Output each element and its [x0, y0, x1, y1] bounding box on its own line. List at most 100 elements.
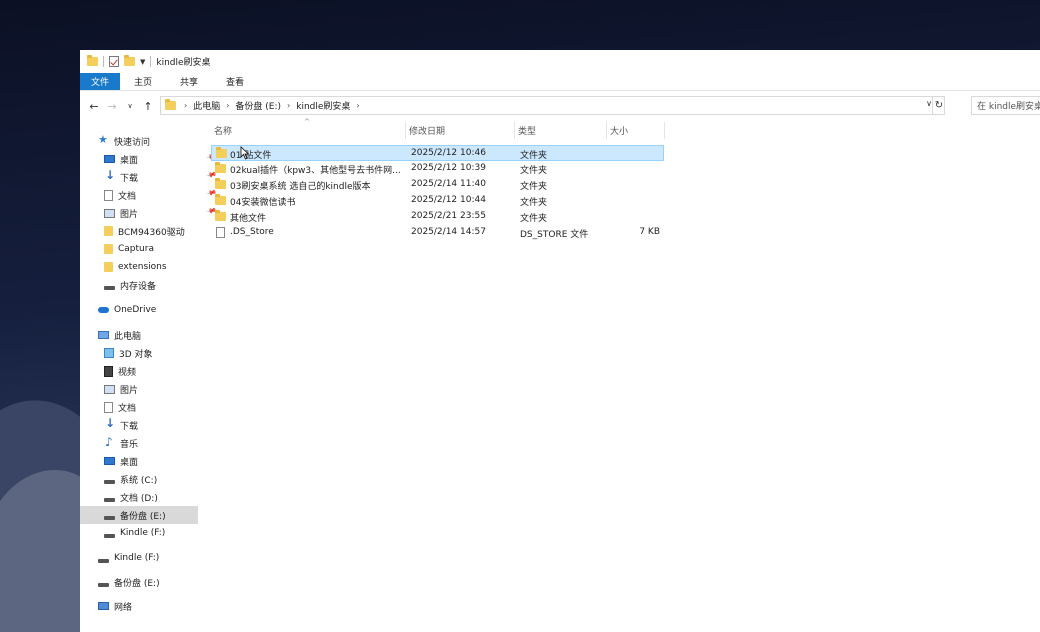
breadcrumb-chevron-icon[interactable]: › [226, 101, 229, 110]
nav-item-downloads[interactable]: 下载 📌 [104, 168, 222, 186]
document-icon [104, 401, 113, 413]
nav-label: BCM94360驱动 [118, 227, 185, 238]
drive-icon [98, 558, 109, 563]
video-icon [104, 365, 113, 377]
cloud-icon [98, 305, 109, 315]
forward-arrow-icon[interactable]: → [103, 100, 121, 113]
file-row[interactable]: 01 贴文件 2025/2/12 10:46 文件夹 [211, 145, 664, 161]
desktop-icon [104, 155, 115, 163]
file-name: 04安装微信读书 [230, 198, 296, 208]
breadcrumb-chevron-icon[interactable]: › [287, 101, 290, 110]
breadcrumb-chevron-icon[interactable]: › [356, 101, 359, 110]
folder-icon [216, 147, 227, 158]
breadcrumb-backup-drive[interactable]: 备份盘 (E:) [235, 99, 281, 112]
nav-item-desktop-pc[interactable]: 桌面 [104, 452, 222, 470]
nav-item-captura[interactable]: Captura [104, 240, 222, 258]
document-icon [104, 189, 113, 201]
column-header-type[interactable]: 类型 [515, 122, 607, 139]
folder-icon [215, 178, 226, 189]
file-row[interactable]: .DS_Store 2025/2/14 14:57 DS_STORE 文件 7 … [211, 225, 664, 241]
nav-label: 音乐 [120, 439, 139, 450]
nav-label: 快速访问 [114, 137, 151, 148]
properties-icon[interactable] [109, 56, 119, 67]
navigation-bar: ← → ∨ ↑ › 此电脑 › 备份盘 (E:) › kindle刷安桌 › ∨… [80, 95, 1040, 117]
nav-item-drive-d[interactable]: 文档 (D:) [104, 488, 222, 506]
tab-share[interactable]: 共享 [166, 73, 212, 90]
nav-item-desktop[interactable]: 桌面 📌 [104, 150, 222, 168]
file-type: 文件夹 [520, 151, 548, 161]
nav-label: 下载 [120, 421, 139, 432]
nav-label: 文档 [118, 191, 137, 202]
recent-locations-chevron-icon[interactable]: ∨ [121, 102, 139, 110]
nav-item-pictures[interactable]: 图片 📌 [104, 204, 222, 222]
folder-icon [104, 262, 113, 272]
drive-icon [104, 497, 115, 502]
nav-label: Kindle (F:) [114, 553, 160, 563]
file-name: .DS_Store [230, 227, 274, 237]
nav-quick-access[interactable]: 快速访问 [98, 132, 216, 150]
folder-icon [104, 226, 113, 236]
nav-network[interactable]: 网络 [98, 597, 216, 615]
drive-icon [104, 285, 115, 290]
address-bar[interactable]: › 此电脑 › 备份盘 (E:) › kindle刷安桌 › ∨ ↻ [160, 96, 945, 115]
nav-item-bcm-driver[interactable]: BCM94360驱动 [104, 222, 222, 240]
file-date: 2025/2/12 10:46 [411, 148, 486, 158]
back-arrow-icon[interactable]: ← [85, 100, 103, 113]
navigation-pane: 快速访问 桌面 📌 下载 📌 文档 📌 图片 📌 BCM94360驱动 [80, 132, 217, 632]
file-type: 文件夹 [520, 166, 548, 176]
nav-item-drive-e[interactable]: 备份盘 (E:) [80, 506, 198, 524]
nav-item-drive-c[interactable]: 系统 (C:) [104, 470, 222, 488]
nav-item-memory-device[interactable]: 内存设备 [104, 276, 222, 294]
nav-item-music[interactable]: 音乐 [104, 434, 222, 452]
nav-item-documents-pc[interactable]: 文档 [104, 398, 222, 416]
star-icon [98, 133, 109, 146]
search-input[interactable]: 在 kindle刷安桌 [971, 96, 1040, 115]
nav-label: 文档 (D:) [120, 493, 158, 504]
nav-label: 3D 对象 [119, 349, 153, 360]
column-header-size[interactable]: 大小 [607, 122, 665, 139]
mouse-cursor-icon [240, 146, 250, 160]
breadcrumb-this-pc[interactable]: 此电脑 [193, 99, 220, 112]
new-folder-icon[interactable] [124, 55, 135, 66]
file-type: 文件夹 [520, 198, 548, 208]
tab-view[interactable]: 查看 [212, 73, 258, 90]
nav-item-pictures-pc[interactable]: 图片 [104, 380, 222, 398]
download-icon [104, 416, 115, 430]
up-arrow-icon[interactable]: ↑ [139, 100, 157, 113]
breadcrumb-chevron-icon[interactable]: › [184, 101, 187, 110]
nav-item-downloads-pc[interactable]: 下载 [104, 416, 222, 434]
folder-icon [104, 244, 113, 254]
file-icon [216, 227, 225, 238]
file-row[interactable]: 04安装微信读书 2025/2/12 10:44 文件夹 [211, 193, 664, 209]
nav-backup-drive[interactable]: 备份盘 (E:) [98, 573, 216, 591]
drive-icon [104, 479, 115, 484]
nav-label: 桌面 [120, 155, 139, 166]
nav-onedrive[interactable]: OneDrive [98, 301, 216, 319]
nav-item-documents[interactable]: 文档 📌 [104, 186, 222, 204]
column-header-name[interactable]: 名称 [211, 122, 406, 139]
file-name: 01 贴文件 [230, 151, 272, 161]
nav-label: 图片 [120, 385, 139, 396]
3d-objects-icon [104, 348, 114, 358]
file-name: 其他文件 [230, 214, 267, 224]
file-name: 03刷安桌系统 选自己的kindle版本 [230, 182, 371, 192]
file-date: 2025/2/14 11:40 [411, 179, 486, 189]
file-row[interactable]: 02kual插件（kpw3、其他型号去书件网... 2025/2/12 10:3… [211, 161, 664, 177]
tab-home[interactable]: 主页 [120, 73, 166, 90]
nav-kindle-drive[interactable]: Kindle (F:) [98, 549, 216, 567]
nav-label: OneDrive [114, 305, 157, 315]
column-header-date[interactable]: 修改日期 [406, 122, 515, 139]
desktop-icon [104, 457, 115, 465]
file-row[interactable]: 其他文件 2025/2/21 23:55 文件夹 [211, 209, 664, 225]
nav-this-pc[interactable]: 此电脑 [98, 326, 216, 344]
refresh-icon[interactable]: ↻ [932, 97, 945, 114]
nav-item-extensions[interactable]: extensions [104, 258, 222, 276]
chevron-down-icon[interactable]: ▼ [140, 58, 145, 66]
network-icon [98, 602, 109, 610]
breadcrumb-kindle-folder[interactable]: kindle刷安桌 [296, 99, 350, 112]
nav-item-videos[interactable]: 视频 [104, 362, 222, 380]
file-row[interactable]: 03刷安桌系统 选自己的kindle版本 2025/2/14 11:40 文件夹 [211, 177, 664, 193]
tab-file[interactable]: 文件 [80, 73, 121, 90]
nav-item-drive-f[interactable]: Kindle (F:) [104, 524, 222, 542]
nav-item-3d-objects[interactable]: 3D 对象 [104, 344, 222, 362]
